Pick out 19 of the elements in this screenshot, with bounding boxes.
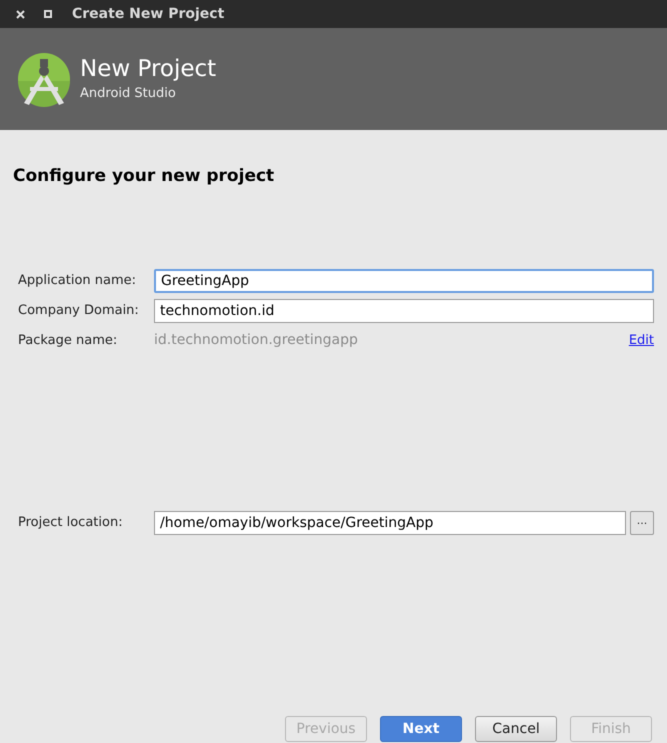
field-label: Package name: [18, 332, 118, 350]
close-icon [16, 10, 24, 18]
window-title: Create New Project [72, 4, 224, 24]
page-heading: Configure your new project [13, 165, 276, 188]
text-field[interactable]: technomotion.id [154, 298, 654, 322]
field-label: Application name: [18, 272, 138, 290]
package-name-value: id.technomotion.greetingapp [154, 331, 359, 350]
text-field[interactable]: /home/omayib/workspace/GreetingApp [154, 510, 626, 534]
maximize-icon [44, 10, 52, 18]
header-subtitle: Android Studio [80, 84, 177, 103]
dialog-button[interactable]: Cancel [475, 716, 557, 742]
edit-link[interactable]: Edit [628, 330, 654, 350]
field-label: Company Domain: [18, 302, 140, 320]
browse-button[interactable]: ... [630, 510, 654, 534]
field-label: Project location: [18, 514, 124, 532]
text-field[interactable]: GreetingApp [154, 268, 654, 292]
android-studio-logo-icon [16, 51, 72, 107]
dialog-button[interactable]: Next [380, 716, 462, 742]
header-title: New Project [80, 54, 216, 84]
